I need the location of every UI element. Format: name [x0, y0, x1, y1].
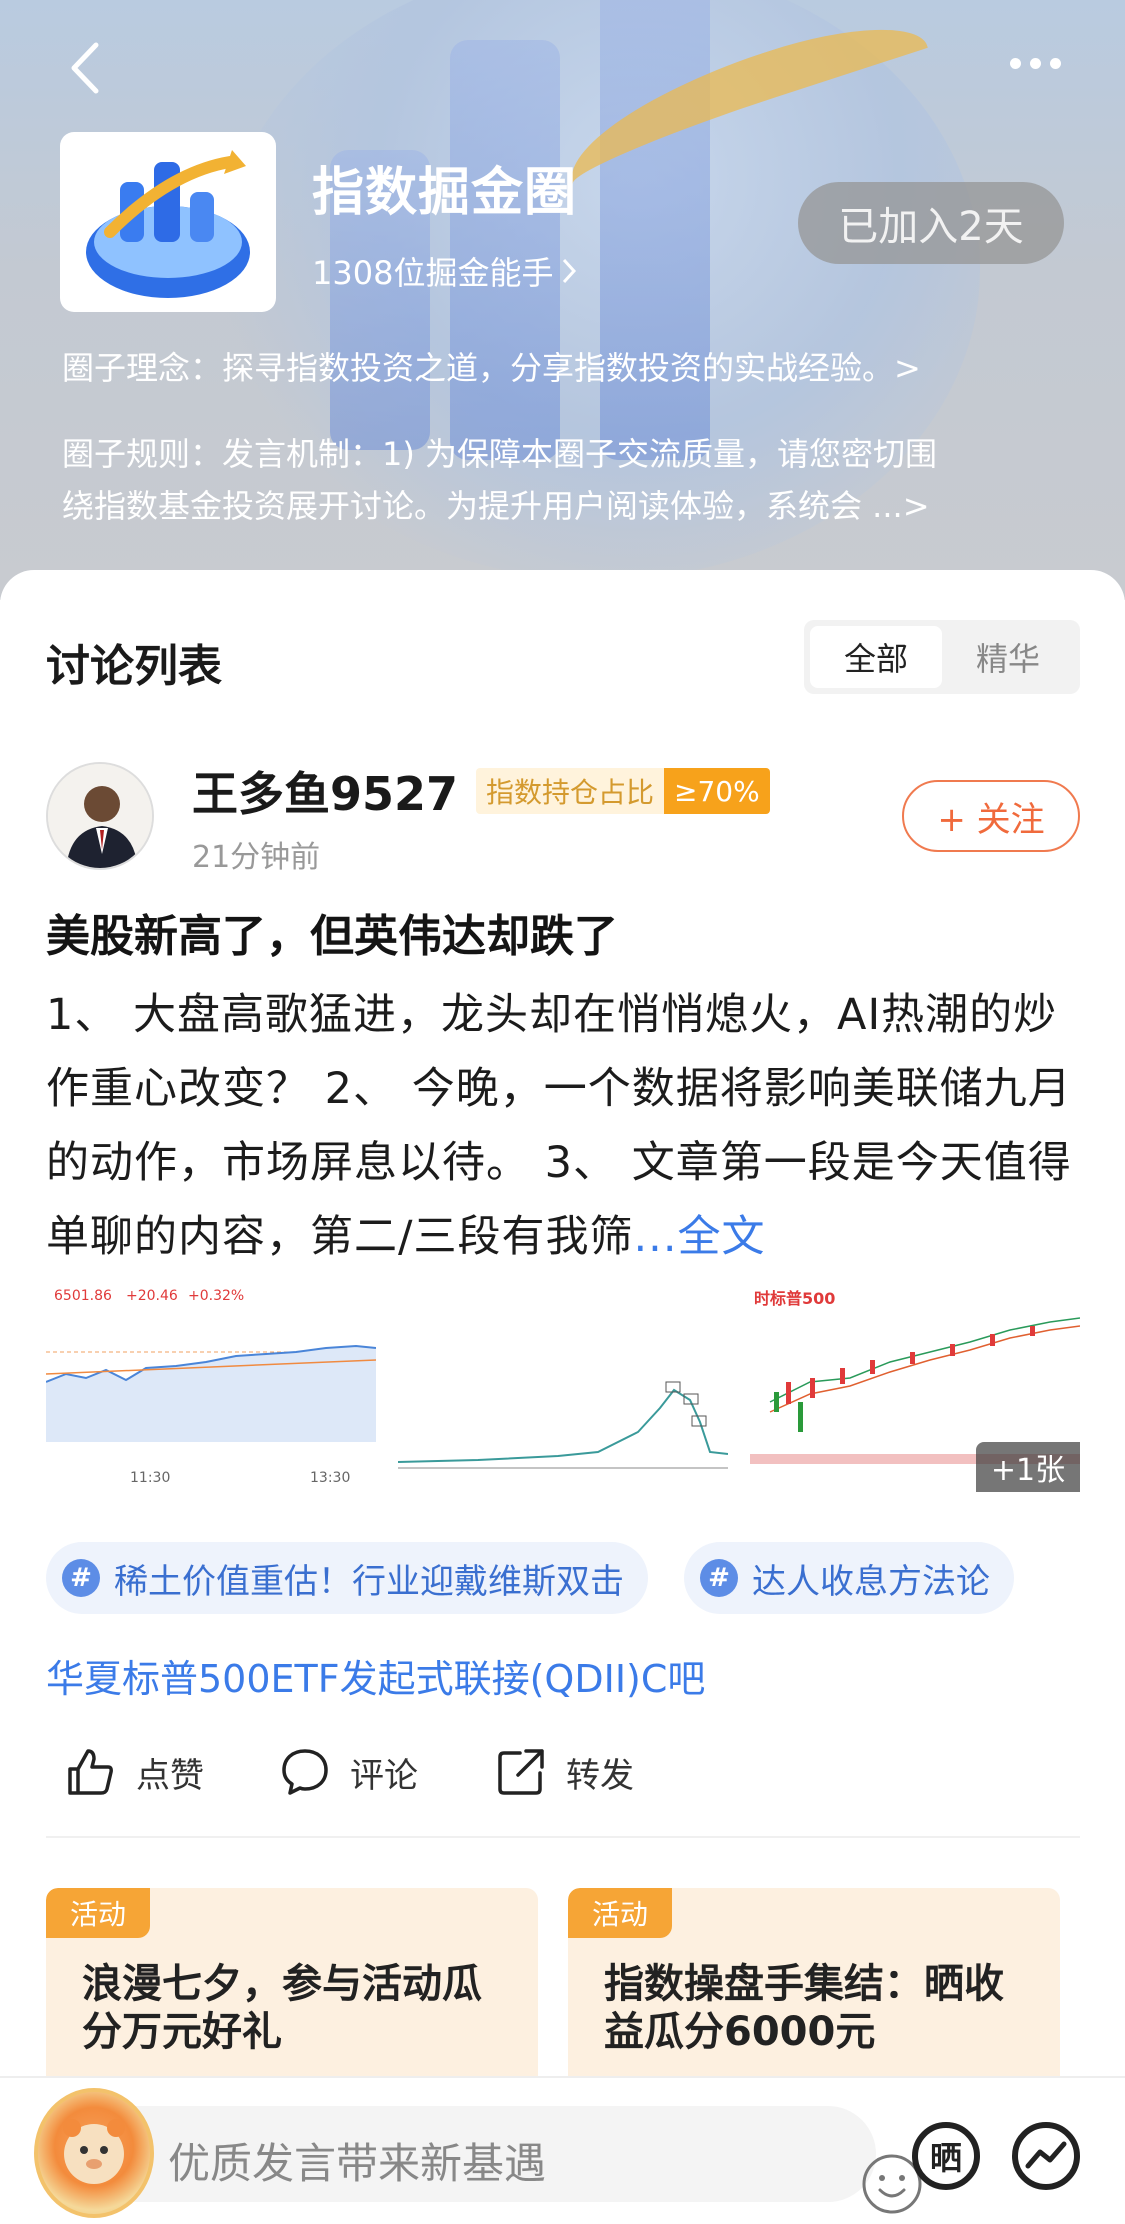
more-dot-icon — [1050, 57, 1061, 69]
share-label: 转发 — [566, 1755, 634, 1796]
chart-price-text: 6501.86 — [54, 1288, 112, 1304]
mascot-avatar[interactable] — [34, 2088, 154, 2218]
comment-bubble-icon — [282, 1749, 328, 1795]
share-earnings-button[interactable]: 晒 — [912, 2122, 980, 2190]
hashtag-icon: # — [700, 1559, 738, 1597]
back-arrow-icon — [71, 42, 99, 94]
like-button[interactable]: 点赞 — [64, 1738, 204, 1806]
group-title: 指数掘金圈 — [312, 163, 578, 223]
activity-tag: 活动 — [46, 1888, 151, 1938]
tab-all[interactable]: 全部 — [810, 626, 942, 688]
share-icon — [498, 1749, 544, 1795]
activity-card[interactable]: 活动 浪漫七夕，参与活动瓜分万元好礼 — [46, 1888, 538, 2088]
more-dot-icon — [1030, 57, 1041, 69]
trend-chart-image — [398, 1282, 728, 1492]
like-label: 点赞 — [136, 1755, 204, 1796]
share-button[interactable]: 转发 — [494, 1738, 634, 1806]
holding-ratio-badge: 指数持仓占比 ≥70% — [476, 768, 770, 814]
more-images-badge: +1张 — [976, 1442, 1080, 1492]
activity-tag: 活动 — [568, 1888, 673, 1938]
tiger-mascot-icon — [63, 2119, 125, 2184]
thumbs-up-icon — [68, 1749, 113, 1795]
post-divider — [46, 1836, 1080, 1838]
chart-title-text: 时标普500 — [754, 1289, 835, 1308]
more-options-button[interactable] — [1010, 48, 1070, 78]
joined-status-badge[interactable]: 已加入2天 — [798, 182, 1064, 264]
post-input-placeholder: 优质发言带来新基遇 — [168, 2139, 547, 2188]
back-button[interactable] — [60, 38, 110, 98]
post-image-3[interactable]: 时标普500 +1张 — [750, 1282, 1080, 1492]
holding-ratio-value: ≥70% — [664, 768, 770, 814]
activity-title: 浪漫七夕，参与活动瓜分万元好礼 — [82, 1961, 482, 2055]
comment-label: 评论 — [350, 1755, 418, 1796]
post-image-1[interactable]: 6501.86 +20.46 +0.32% 11:30 13:30 — [46, 1282, 376, 1492]
follow-button[interactable]: + 关注 — [902, 780, 1080, 852]
group-members-link[interactable]: 1308位掘金能手 — [312, 248, 577, 294]
post-title[interactable]: 美股新高了，但英伟达却跌了 — [46, 900, 618, 964]
topic-chip[interactable]: # 达人收息方法论 — [684, 1542, 1014, 1614]
trend-line-icon — [1025, 2141, 1067, 2169]
group-logo-image — [86, 150, 250, 298]
bottom-compose-bar: 优质发言带来新基遇 晒 — [0, 2076, 1125, 2224]
activity-title: 指数操盘手集结：晒收益瓜分6000元 — [604, 1961, 1004, 2055]
chart-change-text: +20.46 — [126, 1288, 178, 1304]
group-logo — [60, 132, 276, 312]
group-members-count: 1308位掘金能手 — [312, 254, 554, 292]
post-timestamp: 21分钟前 — [192, 840, 321, 875]
author-name[interactable]: 王多鱼9527 — [192, 758, 458, 824]
avatar-image — [48, 764, 152, 868]
chart-time-label: 13:30 — [310, 1470, 350, 1486]
author-avatar[interactable] — [46, 762, 154, 870]
activity-card[interactable]: 活动 指数操盘手集结：晒收益瓜分6000元 — [568, 1888, 1060, 2088]
chart-time-label: 11:30 — [130, 1470, 170, 1486]
hashtag-icon: # — [62, 1559, 100, 1597]
more-dot-icon — [1010, 57, 1021, 69]
post-body[interactable]: 1、 大盘高歌猛进，龙头却在悄悄熄火，AI热潮的炒作重心改变？ 2、 今晚，一个… — [46, 978, 1086, 1274]
post-input-box[interactable]: 优质发言带来新基遇 — [64, 2106, 922, 2214]
holding-ratio-label: 指数持仓占比 — [476, 768, 665, 814]
group-rules-line[interactable]: 绕指数基金投资展开讨论。为提升用户阅读体验，系统会 ...> — [62, 480, 930, 532]
discussion-sheet: 讨论列表 全部 精华 王多鱼9527 指数持仓占比 ≥70% 21分钟前 + 关… — [0, 570, 1125, 2224]
group-rules-line[interactable]: 圈子规则：发言机制：1) 为保障本圈子交流质量，请您密切围 — [62, 428, 937, 480]
discussion-filter-tabs: 全部 精华 — [804, 620, 1080, 694]
intraday-chart-image: 6501.86 +20.46 +0.32% 11:30 13:30 — [46, 1282, 376, 1492]
market-trend-button[interactable] — [1012, 2122, 1080, 2190]
discussion-list-title: 讨论列表 — [46, 641, 222, 692]
topic-chip[interactable]: # 稀土价值重估！行业迎戴维斯双击 — [46, 1542, 648, 1614]
topic-label: 达人收息方法论 — [752, 1561, 990, 1602]
group-header: 指数掘金圈 1308位掘金能手 已加入2天 圈子理念：探寻指数投资之道，分享指数… — [0, 0, 1125, 600]
fund-forum-link[interactable]: 华夏标普500ETF发起式联接(QDII)C吧 — [46, 1648, 705, 1703]
tab-featured[interactable]: 精华 — [942, 626, 1074, 688]
topic-label: 稀土价值重估！行业迎戴维斯双击 — [114, 1561, 624, 1602]
chevron-right-icon — [563, 258, 577, 284]
post-body-text: 1、 大盘高歌猛进，龙头却在悄悄熄火，AI热潮的炒作重心改变？ 2、 今晚，一个… — [46, 990, 1072, 1262]
group-philosophy[interactable]: 圈子理念：探寻指数投资之道，分享指数投资的实战经验。> — [62, 342, 921, 394]
comment-button[interactable]: 评论 — [278, 1738, 418, 1806]
read-full-link[interactable]: ...全文 — [634, 1212, 766, 1262]
post-image-2[interactable] — [398, 1282, 728, 1492]
chart-pct-text: +0.32% — [188, 1288, 244, 1304]
